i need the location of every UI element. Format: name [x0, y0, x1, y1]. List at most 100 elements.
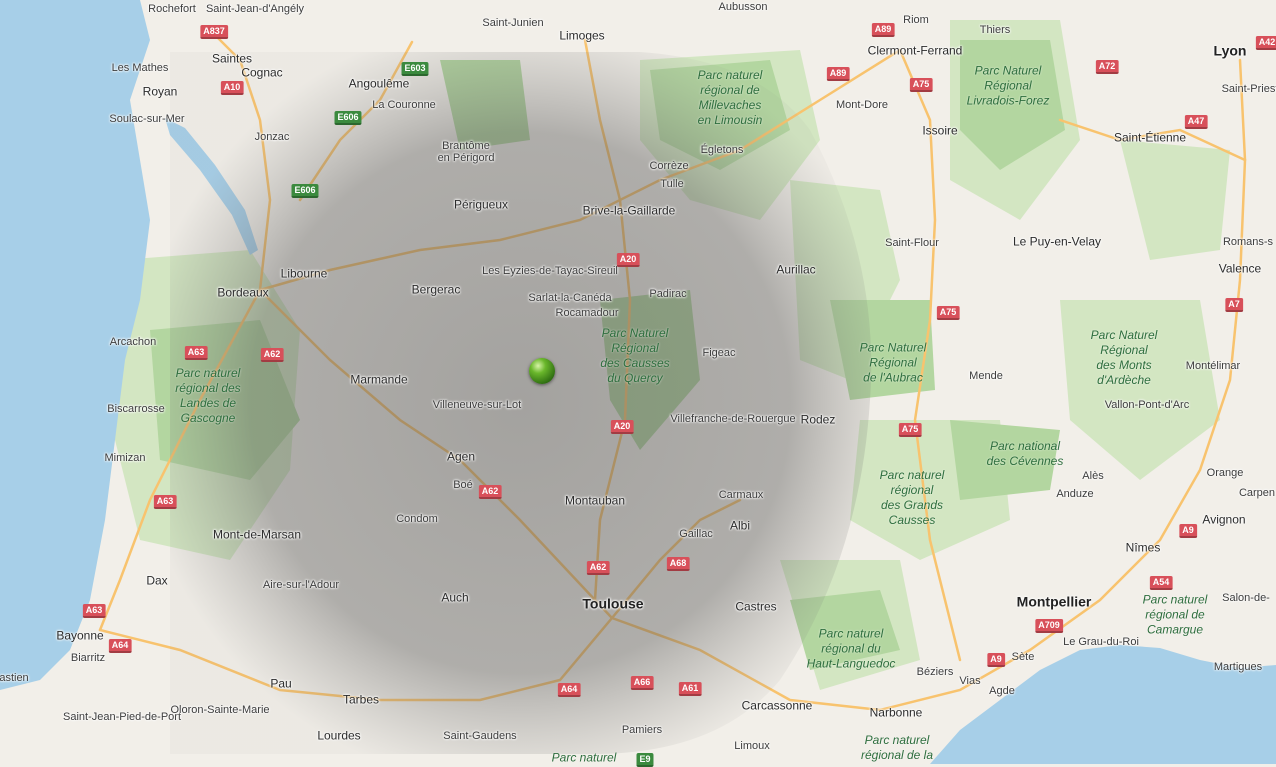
city-label: Nîmes [1125, 540, 1161, 555]
city-label: Saint-Priest [1221, 82, 1276, 95]
city-label: Boé [453, 478, 473, 491]
road-shield: A63 [82, 604, 106, 618]
city-label: Brantôme en Périgord [437, 139, 495, 164]
city-label: Agen [446, 449, 476, 464]
park-label: Parc naturel régional des Landes de Gasc… [175, 366, 241, 425]
city-label: Mont-de-Marsan [212, 527, 302, 542]
road-shield: A10 [220, 81, 244, 95]
city-label: Montauban [564, 493, 626, 508]
city-label: Bayonne [56, 628, 104, 643]
city-label: Les Eyzies-de-Tayac-Sireuil [482, 264, 618, 277]
road-shield: A62 [478, 485, 502, 499]
city-label: Saint-Étienne [1113, 130, 1187, 145]
park-label: Parc Naturel Régional des Monts d'Ardèch… [1090, 328, 1158, 387]
city-label: Vallon-Pont-d'Arc [1104, 398, 1190, 411]
road-shield: A47 [1184, 115, 1208, 129]
city-label: Gaillac [679, 527, 713, 540]
city-label: Pamiers [621, 723, 663, 736]
location-marker-icon[interactable] [529, 358, 555, 384]
city-label: Limoges [559, 28, 605, 43]
city-label: Pau [270, 676, 292, 691]
road-shield: A61 [678, 682, 702, 696]
city-label: Carmaux [718, 488, 764, 501]
road-shield: E606 [291, 184, 319, 198]
city-label: Mende [969, 369, 1003, 382]
road-shield: A63 [153, 495, 177, 509]
city-label: Tulle [660, 177, 684, 190]
city-label: Padirac [649, 287, 687, 300]
city-label: Corrèze [649, 159, 689, 172]
city-label: Thiers [979, 23, 1011, 36]
road-shield: A62 [260, 348, 284, 362]
city-label: Rodez [800, 412, 836, 427]
road-shield: A68 [666, 557, 690, 571]
city-label: Bergerac [411, 282, 461, 297]
city-label: Albi [729, 518, 751, 533]
city-label: Angoulême [348, 76, 410, 91]
city-label: Brive-la-Gaillarde [582, 203, 676, 218]
city-label: Aurillac [776, 262, 816, 277]
city-label: Lourdes [317, 728, 361, 743]
city-label: Romans-s [1222, 235, 1274, 248]
park-label: Parc naturel régional de Camargue [1142, 592, 1208, 637]
city-label: Rochefort [148, 2, 196, 15]
city-label: La Couronne [372, 98, 436, 111]
park-label: Parc Naturel Régional de l'Aubrac [859, 340, 927, 385]
road-shield: A20 [610, 420, 634, 434]
city-label: Cognac [241, 65, 283, 80]
city-label: Saintes [211, 51, 253, 66]
city-label: Dax [146, 573, 168, 588]
city-label: Martigues [1213, 660, 1263, 673]
city-label: Salon-de- [1222, 591, 1270, 604]
city-label: Aubusson [718, 0, 768, 13]
city-label: Saint-Gaudens [443, 729, 517, 742]
road-shield: A42 [1255, 36, 1276, 50]
road-shield: A9 [1179, 524, 1197, 538]
city-label: Saint-Flour [885, 236, 939, 249]
road-shield: E9 [636, 753, 654, 767]
city-label: Sarlat-la-Canéda [528, 291, 612, 304]
road-shield: A75 [898, 423, 922, 437]
city-label: Tarbes [342, 692, 380, 707]
road-shield: A54 [1149, 576, 1173, 590]
road-shield: A75 [936, 306, 960, 320]
road-shield: A72 [1095, 60, 1119, 74]
city-label: Castres [735, 599, 777, 614]
road-shield: A709 [1035, 619, 1063, 633]
city-label: Vias [959, 674, 981, 687]
city-label: astien [0, 671, 29, 684]
city-label: Jonzac [254, 130, 290, 143]
city-label: Montpellier [1016, 593, 1092, 610]
city-label: Soulac-sur-Mer [109, 112, 185, 125]
city-label: Marmande [350, 372, 408, 387]
city-label: Lyon [1213, 42, 1247, 59]
city-label: Mont-Dore [836, 98, 888, 111]
city-label: Riom [903, 13, 929, 26]
road-shield: A63 [184, 346, 208, 360]
city-label: Issoire [922, 123, 958, 138]
city-label: Égletons [700, 143, 744, 156]
road-shield: A9 [987, 653, 1005, 667]
city-label: Saint-Junien [482, 16, 544, 29]
city-label: Bordeaux [217, 285, 269, 300]
road-shield: A89 [826, 67, 850, 81]
road-shield: E606 [334, 111, 362, 125]
park-label: Parc naturel régional de Millevaches en … [697, 68, 763, 127]
city-label: Béziers [916, 665, 954, 678]
city-label: Oloron-Sainte-Marie [170, 703, 270, 716]
road-shield: A62 [586, 561, 610, 575]
city-label: Mimizan [104, 451, 146, 464]
city-label: Le Grau-du-Roi [1063, 635, 1139, 648]
park-label: Parc naturel régional des Grands Causses [879, 468, 945, 527]
park-label: Parc national des Cévennes [986, 439, 1064, 468]
road-shield: A64 [108, 639, 132, 653]
park-label: Parc naturel régional de la [860, 733, 934, 762]
city-label: Royan [142, 84, 178, 99]
road-shield: A89 [871, 23, 895, 37]
city-label: Saint-Jean-d'Angély [205, 2, 305, 15]
city-label: Périgueux [453, 197, 509, 212]
road-shield: A20 [616, 253, 640, 267]
city-label: Anduze [1056, 487, 1094, 500]
city-label: Condom [396, 512, 438, 525]
city-label: Limoux [734, 739, 770, 752]
